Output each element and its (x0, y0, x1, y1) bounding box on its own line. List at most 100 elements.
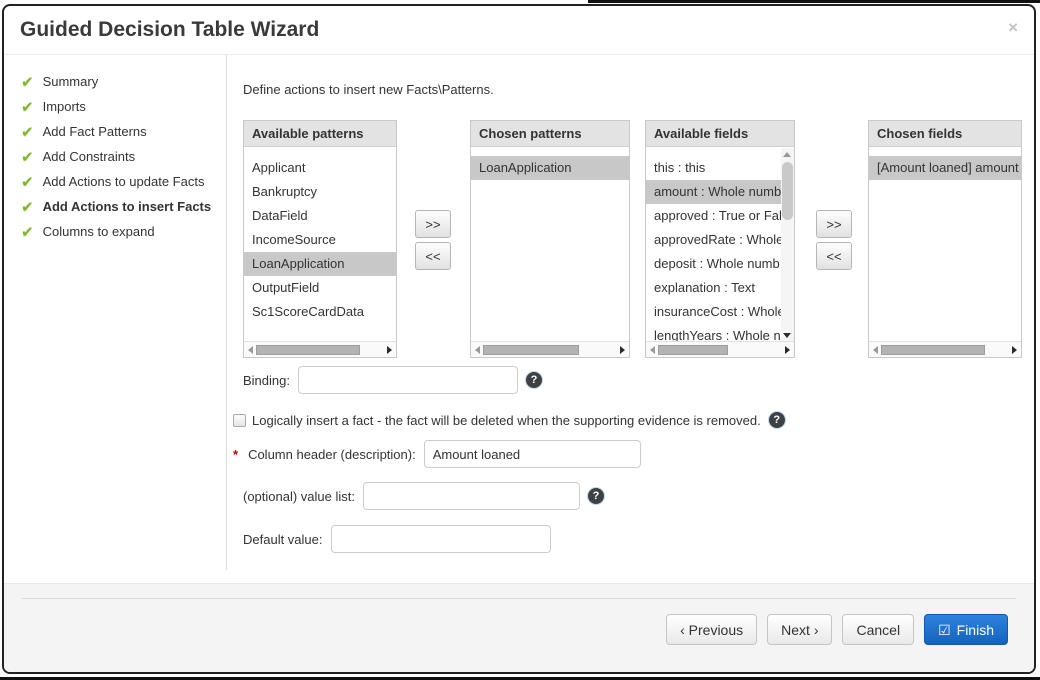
footer-divider (22, 598, 1016, 599)
previous-button[interactable]: ‹ Previous (666, 614, 757, 645)
list-item[interactable]: insuranceCost : Whole (646, 300, 781, 324)
list-item[interactable]: LoanApplication (244, 252, 396, 276)
scrollbar-thumb[interactable] (658, 345, 728, 355)
wizard-step-label: Add Actions to insert Facts (43, 199, 212, 214)
column-header-row: * Column header (description): (233, 440, 641, 468)
value-list-input[interactable] (363, 482, 580, 510)
list-item[interactable]: LoanApplication (471, 156, 629, 180)
wizard-step-label: Add Constraints (43, 149, 136, 164)
scroll-up-icon[interactable] (783, 152, 791, 157)
binding-label: Binding: (243, 373, 290, 388)
wizard-dialog: Guided Decision Table Wizard × ✔Summary✔… (2, 4, 1036, 674)
list-item[interactable]: [Amount loaned] amount (869, 156, 1021, 180)
list-item[interactable]: approvedRate : Whole (646, 228, 781, 252)
wizard-step-label: Columns to expand (43, 224, 155, 239)
scrollbar-thumb[interactable] (881, 345, 985, 355)
chosen-fields-header: Chosen fields (869, 121, 1021, 147)
wizard-step[interactable]: ✔ Imports (21, 94, 226, 119)
chosen-patterns-list: LoanApplication (471, 148, 629, 341)
scroll-left-icon[interactable] (873, 346, 878, 354)
check-icon: ✔ (21, 223, 34, 241)
value-list-row: (optional) value list: ? (243, 482, 604, 510)
wizard-step[interactable]: ✔ Add Actions to update Facts (21, 169, 226, 194)
available-patterns-list: ApplicantBankruptcyDataFieldIncomeSource… (244, 148, 396, 341)
wizard-step[interactable]: ✔Add Fact Patterns (21, 119, 226, 144)
list-item[interactable]: amount : Whole numb (646, 180, 781, 204)
scroll-left-icon[interactable] (248, 346, 253, 354)
horizontal-scrollbar[interactable] (869, 341, 1021, 357)
available-fields-header: Available fields (646, 121, 794, 147)
list-item[interactable]: Bankruptcy (244, 180, 396, 204)
binding-row: Binding: ? (243, 366, 542, 394)
scrollbar-thumb[interactable] (256, 345, 360, 355)
list-item[interactable]: this : this (646, 156, 781, 180)
list-item[interactable]: lengthYears : Whole n (646, 324, 781, 341)
horizontal-scrollbar[interactable] (244, 341, 396, 357)
dialog-title: Guided Decision Table Wizard (20, 18, 319, 42)
help-icon[interactable]: ? (588, 488, 604, 504)
chosen-fields-panel: Chosen fields [Amount loaned] amount (868, 120, 1022, 358)
list-item[interactable]: deposit : Whole numb (646, 252, 781, 276)
horizontal-scrollbar[interactable] (471, 341, 629, 357)
scroll-down-icon[interactable] (783, 333, 791, 338)
wizard-step[interactable]: ✔Summary (21, 69, 226, 94)
list-item[interactable]: IncomeSource (244, 228, 396, 252)
vertical-scrollbar[interactable] (781, 148, 794, 341)
finish-button[interactable]: ☑ Finish (924, 614, 1008, 645)
instruction-text: Define actions to insert new Facts\Patte… (243, 82, 494, 97)
field-move-buttons: >> << (816, 210, 852, 270)
close-icon[interactable]: × (1008, 19, 1018, 36)
wizard-step-label: Summary (43, 74, 99, 89)
list-item[interactable]: Sc1ScoreCardData (244, 300, 396, 324)
help-icon[interactable]: ? (526, 372, 542, 388)
finish-button-label: Finish (957, 622, 994, 638)
wizard-step[interactable]: ✔Add Constraints (21, 144, 226, 169)
add-field-button[interactable]: >> (816, 210, 852, 238)
list-item[interactable]: Applicant (244, 156, 396, 180)
cancel-button[interactable]: Cancel (842, 614, 914, 645)
check-icon: ✔ (21, 98, 34, 116)
available-fields-list: this : thisamount : Whole numbapproved :… (646, 148, 794, 341)
scroll-right-icon[interactable] (1012, 346, 1017, 354)
check-icon: ✔ (21, 173, 34, 191)
scrollbar-thumb[interactable] (782, 162, 793, 220)
horizontal-scrollbar[interactable] (646, 341, 794, 357)
wizard-step[interactable]: ✔ Add Actions to insert Facts (21, 194, 226, 219)
background-edge-top (588, 0, 1040, 3)
pattern-move-buttons: >> << (415, 210, 451, 270)
check-icon: ✔ (21, 198, 34, 216)
next-button[interactable]: Next › (767, 614, 832, 645)
wizard-step-label: Imports (43, 99, 86, 114)
available-patterns-panel: Available patterns ApplicantBankruptcyDa… (243, 120, 397, 358)
scrollbar-thumb[interactable] (483, 345, 579, 355)
default-value-input[interactable] (331, 525, 551, 553)
scroll-right-icon[interactable] (387, 346, 392, 354)
available-patterns-header: Available patterns (244, 121, 396, 147)
chosen-patterns-panel: Chosen patterns LoanApplication (470, 120, 630, 358)
add-pattern-button[interactable]: >> (415, 210, 451, 238)
logical-insert-row: Logically insert a fact - the fact will … (233, 412, 785, 428)
default-value-label: Default value: (243, 532, 323, 547)
scroll-right-icon[interactable] (620, 346, 625, 354)
check-icon: ✔ (21, 123, 34, 141)
scroll-left-icon[interactable] (650, 346, 655, 354)
list-item[interactable]: OutputField (244, 276, 396, 300)
dialog-header: Guided Decision Table Wizard × (4, 6, 1034, 55)
wizard-step-label: Add Actions to update Facts (43, 174, 205, 189)
list-item[interactable]: approved : True or Fal (646, 204, 781, 228)
finish-check-icon: ☑ (938, 623, 951, 637)
default-value-row: Default value: (243, 525, 551, 553)
wizard-step[interactable]: ✔ Columns to expand (21, 219, 226, 244)
column-header-input[interactable] (424, 440, 641, 468)
binding-input[interactable] (298, 366, 518, 394)
scroll-right-icon[interactable] (785, 346, 790, 354)
remove-field-button[interactable]: << (816, 242, 852, 270)
logical-insert-checkbox[interactable] (233, 414, 246, 427)
remove-pattern-button[interactable]: << (415, 242, 451, 270)
list-item[interactable]: explanation : Text (646, 276, 781, 300)
list-item[interactable]: DataField (244, 204, 396, 228)
scroll-left-icon[interactable] (475, 346, 480, 354)
logical-insert-label: Logically insert a fact - the fact will … (252, 413, 761, 428)
wizard-steps-sidebar: ✔Summary✔Imports✔Add Fact Patterns✔Add C… (4, 55, 227, 570)
help-icon[interactable]: ? (769, 412, 785, 428)
